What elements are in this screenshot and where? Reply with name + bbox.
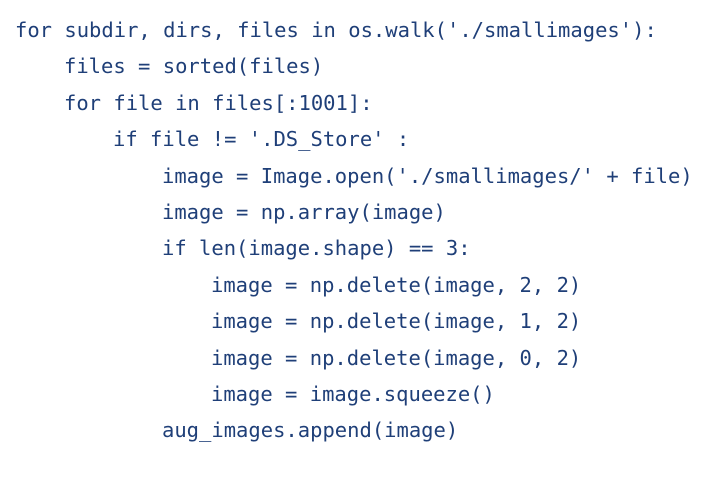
code-line: if len(image.shape) == 3: [162, 236, 471, 261]
code-line: image = image.squeeze() [211, 381, 495, 406]
code-line: for file in files[:1001]: [64, 90, 373, 115]
code-line: aug_images.append(image) [162, 418, 459, 443]
code-line: image = np.array(image) [162, 199, 446, 224]
code-line: files = sorted(files) [64, 54, 324, 79]
code-line: image = np.delete(image, 2, 2) [211, 272, 582, 297]
code-line: image = np.delete(image, 0, 2) [211, 345, 582, 370]
code-snippet: for subdir, dirs, files in os.walk('./sm… [15, 12, 705, 449]
code-line: for subdir, dirs, files in os.walk('./sm… [15, 18, 657, 42]
code-line: image = Image.open('./smallimages/' + fi… [162, 163, 693, 188]
code-line: image = np.delete(image, 1, 2) [211, 309, 582, 334]
code-line: if file != '.DS_Store' : [113, 127, 410, 152]
